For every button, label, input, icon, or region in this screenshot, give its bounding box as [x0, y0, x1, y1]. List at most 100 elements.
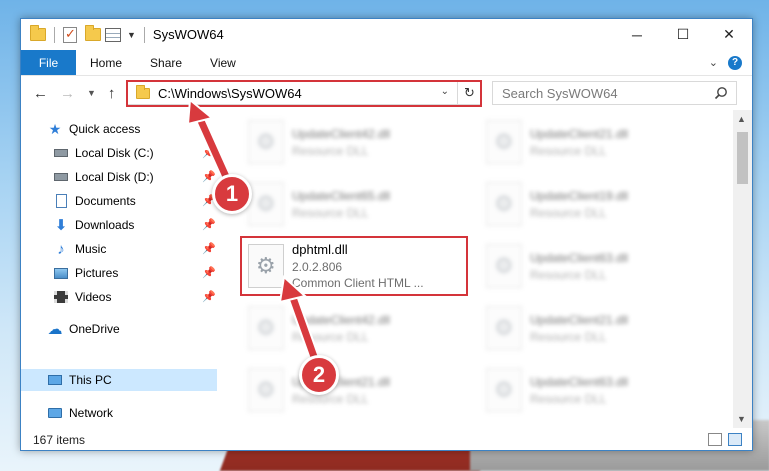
maximize-button[interactable]: ☐	[660, 19, 706, 50]
sidebar-item-onedrive[interactable]: ☁ OneDrive	[21, 318, 217, 340]
ribbon-tabs: File Home Share View ⌄ ?	[21, 50, 752, 76]
sidebar-item-music[interactable]: ♪ Music 📌	[21, 238, 217, 260]
expand-ribbon-icon[interactable]: ⌄	[709, 56, 718, 69]
list-item[interactable]: UpdateClient63.dll Resource DLL	[481, 364, 701, 416]
sidebar-item-label: Downloads	[75, 218, 135, 232]
dll-file-icon	[248, 120, 284, 164]
dll-file-icon	[248, 368, 284, 412]
sidebar-item-this-pc[interactable]: This PC	[21, 369, 217, 391]
sidebar-item-local-disk-c[interactable]: Local Disk (C:) 📌	[21, 142, 217, 164]
scroll-thumb[interactable]	[737, 132, 748, 184]
list-item[interactable]: UpdateClient19.dll Resource DLL	[481, 178, 701, 230]
pin-icon: 📌	[202, 147, 216, 159]
sidebar-item-downloads[interactable]: ⬇ Downloads 📌	[21, 214, 217, 236]
tab-view[interactable]: View	[196, 50, 250, 75]
search-icon[interactable]	[714, 86, 728, 100]
file-type: Resource DLL	[530, 329, 607, 344]
quick-access-toolbar: ▼	[21, 25, 136, 43]
sidebar-item-local-disk-d[interactable]: Local Disk (D:) 📌	[21, 166, 217, 188]
dll-file-icon	[486, 182, 522, 226]
star-icon: ★	[48, 120, 62, 137]
new-folder-icon[interactable]	[85, 25, 101, 41]
pin-icon: 📌	[202, 243, 216, 255]
list-item[interactable]: UpdateClient21.dllResource DLL	[481, 302, 701, 354]
network-icon	[47, 405, 63, 421]
help-icon[interactable]: ?	[728, 55, 742, 70]
minimize-button[interactable]: ─	[614, 19, 660, 50]
window-title: SysWOW64	[152, 27, 224, 42]
close-button[interactable]: ✕	[706, 19, 752, 50]
sidebar-item-label: Pictures	[75, 266, 119, 280]
sidebar-item-documents[interactable]: Documents 📌	[21, 190, 217, 212]
file-highlight-box	[240, 236, 468, 296]
properties-icon[interactable]	[105, 27, 121, 42]
music-icon: ♪	[57, 240, 65, 258]
sidebar-item-quick-access[interactable]: ★ Quick access	[21, 118, 217, 140]
address-row: ← → ▼ ↑ C:\Windows\SysWOW64 ⌄ ↻ Search S…	[21, 76, 752, 110]
file-type: Resource DLL	[530, 205, 607, 220]
status-bar: 167 items	[21, 428, 752, 450]
dll-file-icon	[248, 306, 284, 350]
sidebar-item-label: Music	[75, 242, 107, 256]
list-item[interactable]: UpdateClient63.dll Resource DLL	[481, 240, 701, 292]
list-item[interactable]: UpdateClient42.dll Resource DLL	[243, 116, 463, 168]
ribbon-right: ⌄ ?	[709, 50, 752, 75]
tab-home[interactable]: Home	[76, 50, 136, 75]
sidebar-item-pictures[interactable]: Pictures 📌	[21, 262, 217, 284]
search-placeholder: Search SysWOW64	[502, 85, 618, 101]
file-name: UpdateClient19.dll	[530, 188, 629, 203]
tab-file[interactable]: File	[21, 50, 76, 75]
navigation-pane: ★ Quick access Local Disk (C:) 📌 Local D…	[21, 110, 217, 428]
search-input[interactable]: Search SysWOW64	[492, 81, 737, 105]
window-controls: ─ ☐ ✕	[614, 19, 752, 50]
documents-icon	[53, 193, 69, 209]
pin-icon: 📌	[202, 219, 216, 231]
dll-file-icon	[486, 120, 522, 164]
sidebar-item-label: OneDrive	[69, 322, 120, 336]
dll-file-icon	[486, 244, 522, 288]
qat-dropdown-icon[interactable]: ▼	[127, 30, 136, 40]
sidebar-item-network[interactable]: Network	[21, 402, 217, 424]
recent-locations-icon[interactable]: ▼	[87, 88, 96, 98]
scroll-down-icon[interactable]: ▼	[737, 414, 746, 424]
file-name: UpdateClient42.dll	[292, 126, 391, 141]
file-type: Resource DLL	[292, 205, 369, 220]
large-icons-view-icon[interactable]	[728, 433, 742, 446]
cloud-icon: ☁	[47, 321, 63, 338]
pin-icon: 📌	[202, 171, 216, 183]
pin-icon: 📌	[202, 267, 216, 279]
navigation-buttons: ← → ▼ ↑	[21, 85, 127, 102]
back-icon[interactable]: ←	[33, 85, 48, 102]
address-bar-highlight	[126, 80, 482, 107]
file-type: Resource DLL	[530, 267, 607, 282]
sidebar-item-label: Quick access	[69, 122, 141, 136]
scroll-up-icon[interactable]: ▲	[737, 114, 746, 124]
list-item[interactable]: UpdateClient65.dll Resource DLL	[243, 178, 463, 230]
properties-check-icon[interactable]	[63, 26, 77, 43]
title-bar: ▼ SysWOW64 ─ ☐ ✕	[21, 19, 752, 50]
sidebar-item-videos[interactable]: Videos 📌	[21, 286, 217, 308]
sidebar-item-label: This PC	[69, 373, 112, 387]
dll-file-icon	[486, 368, 522, 412]
list-item[interactable]: UpdateClient42.dll Resource DLL	[243, 302, 463, 354]
list-item[interactable]: UpdateClient21.dllResource DLL	[243, 364, 463, 416]
tab-share[interactable]: Share	[136, 50, 196, 75]
file-name: UpdateClient63.dll	[530, 250, 629, 265]
details-view-icon[interactable]	[708, 433, 722, 446]
vertical-scrollbar[interactable]: ▲ ▼	[733, 110, 752, 428]
divider	[143, 26, 145, 43]
drive-icon	[53, 145, 69, 161]
file-type: Resource DLL	[292, 143, 369, 158]
list-item[interactable]: UpdateClient21.dllResource DLL	[481, 116, 701, 168]
file-type: Resource DLL	[530, 143, 607, 158]
forward-icon[interactable]: →	[60, 85, 75, 102]
sidebar-item-label: Network	[69, 406, 114, 420]
videos-icon	[53, 289, 69, 305]
file-name: UpdateClient42.dll	[292, 312, 391, 327]
pin-icon: 📌	[202, 291, 216, 303]
up-icon[interactable]: ↑	[108, 85, 116, 102]
sidebar-item-label: Local Disk (D:)	[75, 170, 154, 184]
view-buttons	[708, 433, 742, 446]
drive-icon	[53, 169, 69, 185]
sidebar-item-label: Videos	[75, 290, 112, 304]
